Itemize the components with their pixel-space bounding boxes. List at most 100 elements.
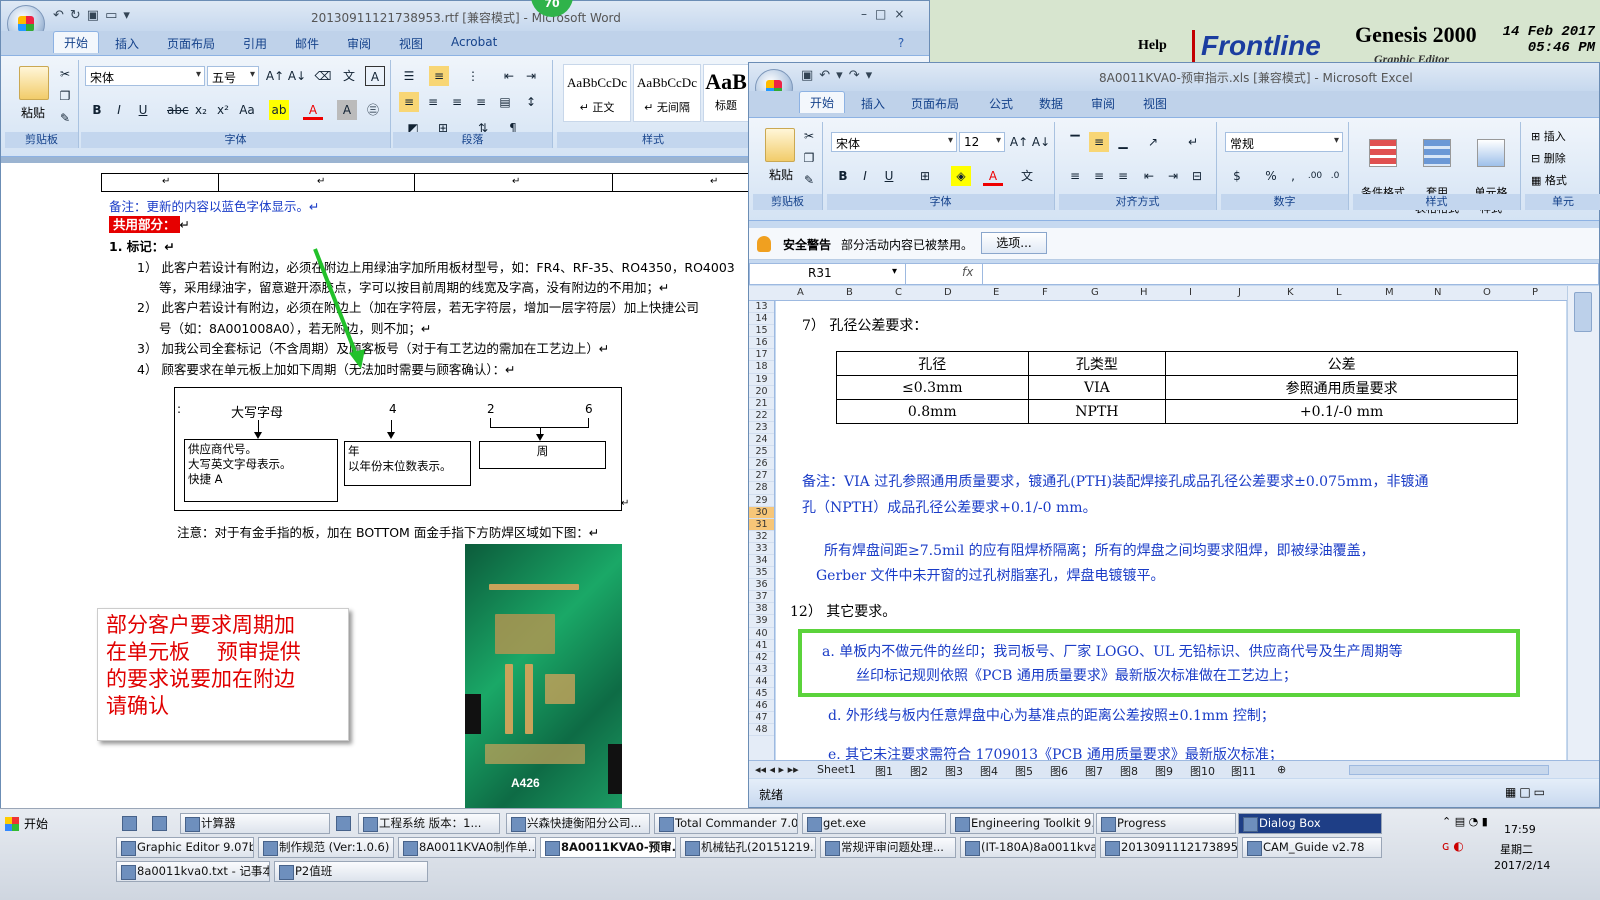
row-header[interactable]: 38 xyxy=(749,603,774,616)
row-header[interactable]: 13 xyxy=(749,301,774,314)
row-header[interactable]: 17 xyxy=(749,349,774,362)
quicklaunch-icon[interactable] xyxy=(118,813,141,834)
column-header[interactable]: I xyxy=(1189,287,1192,298)
column-header[interactable]: D xyxy=(944,287,952,298)
column-header[interactable]: E xyxy=(993,287,999,298)
insert-sheet-icon[interactable]: ⊕ xyxy=(1277,763,1286,776)
cut-icon[interactable]: ✂ xyxy=(55,64,75,84)
tab-review[interactable]: 审阅 xyxy=(347,35,371,52)
sheet-tab[interactable]: 图3 xyxy=(945,763,963,779)
change-case-icon[interactable]: Aa xyxy=(237,100,257,120)
strikethrough-icon[interactable]: abc xyxy=(167,100,189,120)
excel-titlebar[interactable]: ▣↶▾↷▾ 8A0011KVA0-预审指示.xls [兼容模式] - Micro… xyxy=(749,63,1599,107)
tab-view[interactable]: 视图 xyxy=(1143,95,1167,112)
row-header[interactable]: 23 xyxy=(749,422,774,435)
font-size-combo[interactable]: 五号 xyxy=(207,66,259,86)
sheet-tab[interactable]: 图1 xyxy=(875,763,893,779)
task-engineering-system[interactable]: 工程系统 版本：1... xyxy=(358,813,500,834)
format-painter-icon[interactable]: ✎ xyxy=(799,170,819,190)
superscript-icon[interactable]: x² xyxy=(213,100,233,120)
task-word-rtf[interactable]: 20130911121738953... xyxy=(1100,837,1238,858)
task-drilling[interactable]: 机械钻孔(20151219... xyxy=(680,837,816,858)
font-name-combo[interactable]: 宋体 xyxy=(85,66,205,86)
increase-indent-icon[interactable]: ⇥ xyxy=(1163,166,1183,186)
row-header[interactable]: 41 xyxy=(749,640,774,652)
tray-app-icons[interactable]: ɢ ◐ xyxy=(1442,839,1464,853)
sheet-tab[interactable]: 图9 xyxy=(1155,763,1173,779)
row-header[interactable]: 46 xyxy=(749,700,774,713)
quick-access-toolbar[interactable]: ▣↶▾↷▾ xyxy=(801,68,878,83)
decrease-indent-icon[interactable]: ⇤ xyxy=(1139,166,1159,186)
shrink-font-icon[interactable]: A↓ xyxy=(1031,132,1051,152)
align-middle-icon[interactable]: ≡ xyxy=(1089,132,1109,152)
clock-date[interactable]: 2017/2/14 xyxy=(1494,859,1550,872)
align-center-icon[interactable]: ≡ xyxy=(1089,166,1109,186)
column-header[interactable]: P xyxy=(1532,287,1538,298)
row-header[interactable]: 28 xyxy=(749,482,774,495)
decrease-decimal-icon[interactable]: .0 xyxy=(1325,166,1345,186)
justify-icon[interactable]: ≡ xyxy=(471,92,491,112)
orientation-icon[interactable]: ↗ xyxy=(1143,132,1163,152)
row-header[interactable]: 15 xyxy=(749,325,774,338)
task-total-commander[interactable]: Total Commander 7.0 ... xyxy=(654,813,798,834)
quick-access-toolbar[interactable]: ↶↻▣▭▾ xyxy=(53,8,136,23)
red-comment-box[interactable]: 部分客户要求周期加 在单元板 预审提供 的要求说要加在附边 请确认 xyxy=(97,608,349,741)
fill-color-icon[interactable]: ◈ xyxy=(951,166,971,186)
tab-acrobat[interactable]: Acrobat xyxy=(451,35,497,49)
underline-icon[interactable]: U xyxy=(879,166,899,186)
align-bottom-icon[interactable]: ▁ xyxy=(1113,132,1133,152)
task-progress[interactable]: Progress xyxy=(1096,813,1236,834)
clear-format-icon[interactable]: ⌫ xyxy=(313,66,333,86)
column-header[interactable]: M xyxy=(1385,287,1394,298)
tab-review[interactable]: 审阅 xyxy=(1091,95,1115,112)
row-header[interactable]: 39 xyxy=(749,615,774,628)
clock-day[interactable]: 星期二 xyxy=(1500,841,1533,857)
row-header[interactable]: 31 xyxy=(749,518,774,531)
highlight-icon[interactable]: ab xyxy=(269,100,289,120)
italic-icon[interactable]: I xyxy=(109,100,129,120)
comma-icon[interactable]: , xyxy=(1283,166,1303,186)
phonetic-guide-icon[interactable]: 文 xyxy=(339,66,359,86)
column-header[interactable]: A xyxy=(797,287,804,298)
font-size-combo[interactable]: 12 xyxy=(959,132,1005,152)
row-header[interactable]: 14 xyxy=(749,313,774,326)
task-dialog-box[interactable]: Dialog Box xyxy=(1238,813,1382,834)
multilevel-list-icon[interactable]: ⋮ xyxy=(463,66,483,86)
task-engineering-toolkit[interactable]: Engineering Toolkit 9.... xyxy=(950,813,1094,834)
row-header[interactable]: 25 xyxy=(749,446,774,459)
column-header[interactable]: K xyxy=(1287,287,1294,298)
row-header[interactable]: 30 xyxy=(749,506,774,519)
column-header[interactable]: F xyxy=(1042,287,1048,298)
phonetic-icon[interactable]: 文 xyxy=(1017,166,1037,186)
name-box-dropdown-icon[interactable]: ▾ xyxy=(892,266,897,277)
vertical-scrollbar[interactable] xyxy=(1567,286,1599,762)
tab-mailings[interactable]: 邮件 xyxy=(295,35,319,52)
row-header[interactable]: 19 xyxy=(749,374,774,386)
tab-home[interactable]: 开始 xyxy=(799,91,846,113)
borders-icon[interactable]: ⊞ xyxy=(915,166,935,186)
row-header[interactable]: 40 xyxy=(749,628,774,640)
row-header[interactable]: 43 xyxy=(749,664,774,676)
row-header[interactable]: 26 xyxy=(749,458,774,471)
format-painter-icon[interactable]: ✎ xyxy=(55,108,75,128)
task-calculator[interactable]: 计算器 xyxy=(180,813,330,834)
row-header[interactable]: 16 xyxy=(749,337,774,350)
sheet-nav-icon[interactable]: ◂◂ ◂ ▸ ▸▸ xyxy=(755,763,799,776)
ie-icon[interactable] xyxy=(332,813,355,834)
grow-font-icon[interactable]: A↑ xyxy=(1009,132,1029,152)
tab-page-layout[interactable]: 页面布局 xyxy=(167,35,215,52)
word-titlebar[interactable]: ↶↻▣▭▾ 20130911121738953.rtf [兼容模式] - Mic… xyxy=(1,0,929,43)
word-document[interactable]: ↵ ↵ ↵ ↵ 备注：更新的内容以蓝色字体显示。↵ 共用部分： ↵ 1. 标记：↵… xyxy=(1,163,751,809)
increase-decimal-icon[interactable]: .00 xyxy=(1305,166,1325,186)
shrink-font-icon[interactable]: A↓ xyxy=(287,66,307,86)
style-no-spacing[interactable]: AaBbCcDc ↵ 无间隔 xyxy=(633,64,701,122)
row-header[interactable]: 44 xyxy=(749,676,774,688)
font-name-combo[interactable]: 宋体 xyxy=(831,132,957,152)
column-header[interactable]: H xyxy=(1140,287,1148,298)
align-top-icon[interactable]: ▔ xyxy=(1065,132,1085,152)
insert-cells-button[interactable]: ⊞ 插入 xyxy=(1531,128,1566,144)
task-spec[interactable]: 制作规范 (Ver:1.0.6) xyxy=(258,837,394,858)
percent-icon[interactable]: % xyxy=(1261,166,1281,186)
tab-insert[interactable]: 插入 xyxy=(861,95,885,112)
clock-time[interactable]: 17:59 xyxy=(1504,823,1536,836)
